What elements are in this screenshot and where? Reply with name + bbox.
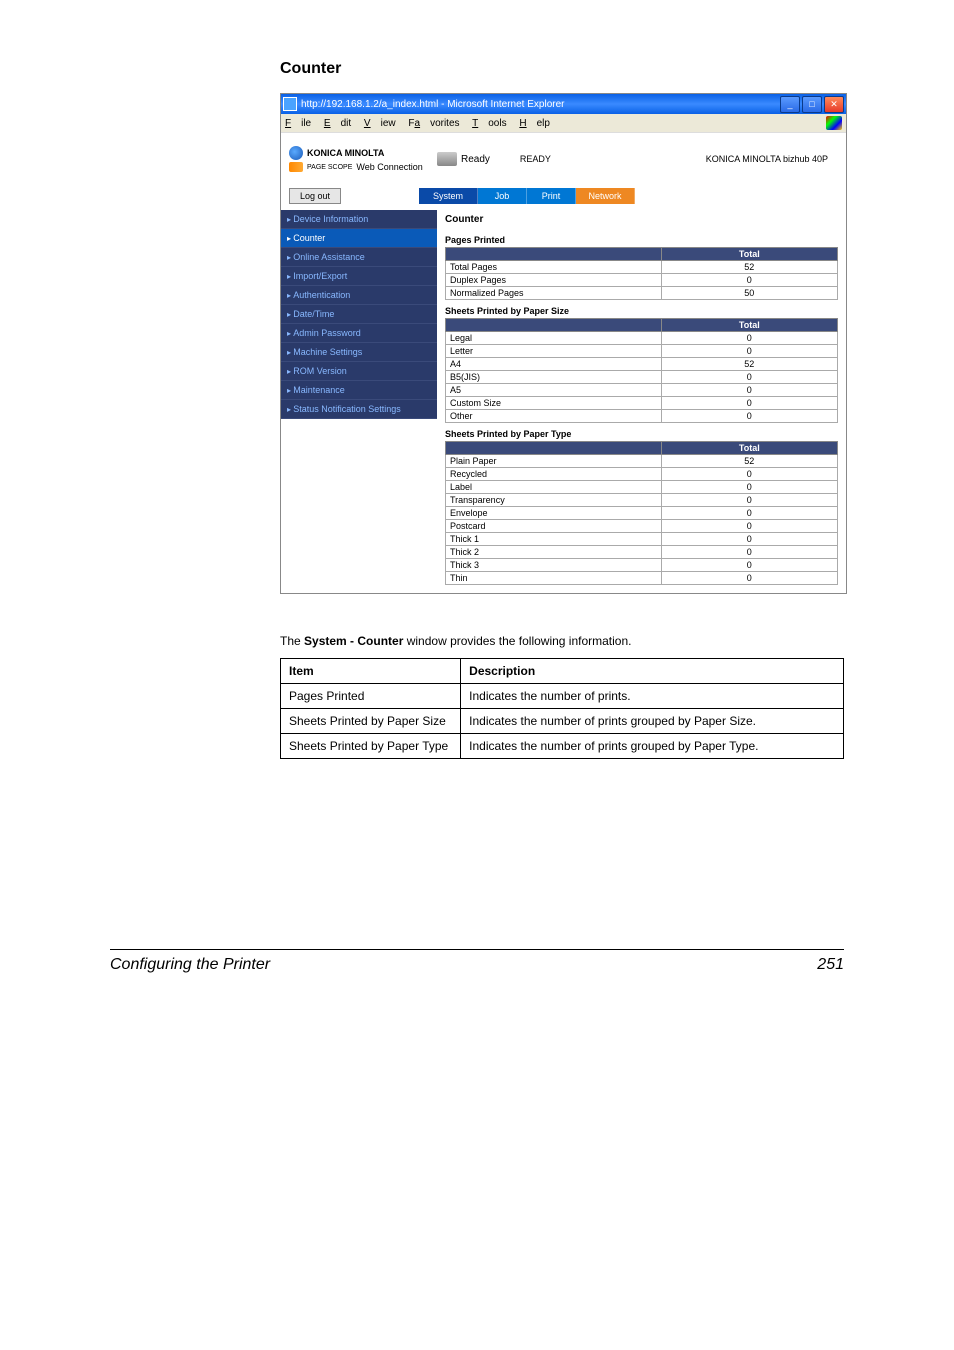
table-row: Normalized Pages50 — [446, 287, 838, 300]
tab-network[interactable]: Network — [576, 188, 635, 204]
size-table: Total Legal0 Letter0 A452 B5(JIS)0 A50 C… — [445, 318, 838, 423]
km-logo-icon — [289, 146, 303, 160]
status-text: Ready — [461, 154, 490, 165]
section-pages-title: Pages Printed — [445, 233, 838, 247]
ready-label: READY — [520, 154, 551, 164]
sidebar-item-machine[interactable]: Machine Settings — [281, 343, 437, 362]
page-title: Counter — [280, 60, 844, 78]
sidebar-item-auth[interactable]: Authentication — [281, 286, 437, 305]
sidebar-item-device[interactable]: Device Information — [281, 210, 437, 229]
total-header: Total — [661, 319, 837, 332]
footer: Configuring the Printer 251 — [110, 949, 844, 974]
table-row: Thin0 — [446, 572, 838, 585]
nav-row: Log out System Job Print Network — [281, 185, 846, 210]
logout-button[interactable]: Log out — [289, 188, 341, 204]
item-header: Item — [281, 659, 461, 684]
maximize-button[interactable]: □ — [802, 96, 822, 113]
page-scope-icon — [289, 162, 303, 172]
ie-icon — [283, 97, 297, 111]
table-row: Total Pages52 — [446, 261, 838, 274]
sidebar-item-counter[interactable]: Counter — [281, 229, 437, 248]
ie-logo-icon — [826, 116, 842, 130]
web-connection-text: Web Connection — [356, 162, 422, 172]
table-row: Sheets Printed by Paper Size Indicates t… — [281, 709, 844, 734]
sidebar-item-rom[interactable]: ROM Version — [281, 362, 437, 381]
menu-help[interactable]: Help — [519, 118, 550, 129]
table-row: Pages Printed Indicates the number of pr… — [281, 684, 844, 709]
page-number: 251 — [817, 956, 844, 974]
pages-table: Total Total Pages52 Duplex Pages0 Normal… — [445, 247, 838, 300]
sidebar-item-status[interactable]: Status Notification Settings — [281, 400, 437, 419]
sidebar-item-maint[interactable]: Maintenance — [281, 381, 437, 400]
tab-job[interactable]: Job — [478, 188, 527, 204]
type-table: Total Plain Paper52 Recycled0 Label0 Tra… — [445, 441, 838, 585]
table-row: Sheets Printed by Paper Type Indicates t… — [281, 734, 844, 759]
close-button[interactable]: ✕ — [824, 96, 844, 113]
description-table: Item Description Pages Printed Indicates… — [280, 658, 844, 759]
menu-favorites[interactable]: Favorites — [408, 118, 459, 129]
page-scope-text: PAGE SCOPE — [307, 164, 352, 171]
sidebar-item-admin[interactable]: Admin Password — [281, 324, 437, 343]
menu-file[interactable]: File — [285, 118, 311, 129]
sidebar-item-online[interactable]: Online Assistance — [281, 248, 437, 267]
info-paragraph: The System - Counter window provides the… — [280, 634, 844, 648]
table-row: A452 — [446, 358, 838, 371]
sidebar: Device Information Counter Online Assist… — [281, 210, 437, 593]
window-title: http://192.168.1.2/a_index.html - Micros… — [301, 99, 564, 110]
menu-tools[interactable]: Tools — [472, 118, 506, 129]
table-row: Transparency0 — [446, 494, 838, 507]
tabs: System Job Print Network — [419, 188, 635, 204]
menubar: File Edit View Favorites Tools Help — [281, 114, 846, 133]
table-row: Label0 — [446, 481, 838, 494]
minimize-button[interactable]: _ — [780, 96, 800, 113]
panel-title: Counter — [445, 210, 838, 229]
model-text: KONICA MINOLTA bizhub 40P — [706, 154, 828, 164]
window-buttons: _ □ ✕ — [780, 96, 844, 113]
sidebar-item-import[interactable]: Import/Export — [281, 267, 437, 286]
main-panel: Counter Pages Printed Total Total Pages5… — [437, 210, 846, 593]
tab-system[interactable]: System — [419, 188, 478, 204]
desc-header: Description — [461, 659, 844, 684]
table-row: Plain Paper52 — [446, 455, 838, 468]
table-row: Thick 10 — [446, 533, 838, 546]
table-row: Other0 — [446, 410, 838, 423]
table-row: Recycled0 — [446, 468, 838, 481]
table-row: Custom Size0 — [446, 397, 838, 410]
brand-name: KONICA MINOLTA — [307, 148, 384, 158]
tab-print[interactable]: Print — [527, 188, 576, 204]
table-row: Thick 30 — [446, 559, 838, 572]
header: KONICA MINOLTA PAGE SCOPE Web Connection… — [281, 133, 846, 185]
table-row: Envelope0 — [446, 507, 838, 520]
printer-icon — [437, 152, 457, 166]
total-header: Total — [661, 248, 837, 261]
menu-view[interactable]: View — [364, 118, 396, 129]
menu-edit[interactable]: Edit — [324, 118, 351, 129]
section-size-title: Sheets Printed by Paper Size — [445, 304, 838, 318]
footer-title: Configuring the Printer — [110, 956, 270, 974]
table-row: B5(JIS)0 — [446, 371, 838, 384]
table-row: Letter0 — [446, 345, 838, 358]
table-row: A50 — [446, 384, 838, 397]
table-row: Postcard0 — [446, 520, 838, 533]
browser-window: http://192.168.1.2/a_index.html - Micros… — [280, 93, 847, 594]
total-header: Total — [661, 442, 837, 455]
section-type-title: Sheets Printed by Paper Type — [445, 427, 838, 441]
titlebar: http://192.168.1.2/a_index.html - Micros… — [281, 94, 846, 114]
sidebar-item-date[interactable]: Date/Time — [281, 305, 437, 324]
table-row: Thick 20 — [446, 546, 838, 559]
table-row: Duplex Pages0 — [446, 274, 838, 287]
table-row: Legal0 — [446, 332, 838, 345]
